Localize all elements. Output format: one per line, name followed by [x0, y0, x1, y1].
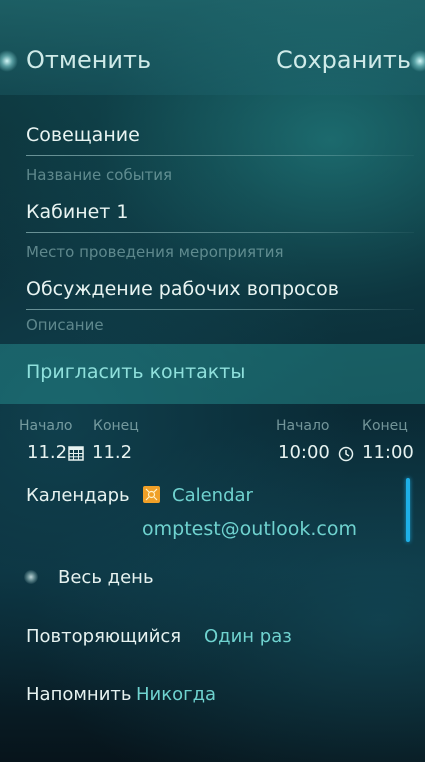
calendar-label: Календарь — [26, 485, 130, 506]
event-description-field[interactable]: Обсуждение рабочих вопросов — [26, 278, 339, 300]
time-end-value[interactable]: 11:00 — [362, 442, 414, 463]
event-title-field[interactable]: Совещание — [26, 124, 140, 146]
event-title-underline — [26, 155, 414, 156]
date-start-value[interactable]: 11.2 — [27, 442, 67, 463]
recurrence-value[interactable]: Один раз — [204, 626, 292, 647]
calendar-account-value[interactable]: omptest@outlook.com — [142, 518, 357, 540]
time-start-label: Начало — [276, 418, 330, 434]
recurrence-label: Повторяющийся — [26, 626, 182, 647]
event-description-underline — [26, 309, 414, 310]
save-glow-indicator — [409, 50, 425, 72]
date-end-label: Конец — [93, 418, 139, 434]
event-location-field[interactable]: Кабинет 1 — [26, 201, 129, 223]
event-location-label: Место проведения мероприятия — [26, 243, 284, 261]
invite-contacts-button[interactable]: Пригласить контакты — [0, 344, 425, 404]
date-start-label: Начало — [19, 418, 73, 434]
event-location-underline — [26, 232, 414, 233]
date-end-value[interactable]: 11.2 — [92, 442, 132, 463]
cancel-button[interactable]: Отменить — [26, 40, 151, 80]
event-description-label: Описание — [26, 316, 104, 334]
calendar-color-icon — [143, 486, 160, 503]
clock-icon — [338, 446, 354, 462]
cancel-glow-indicator — [0, 50, 18, 72]
save-button[interactable]: Сохранить — [276, 40, 411, 80]
all-day-switch[interactable] — [24, 570, 38, 584]
time-end-label: Конец — [362, 418, 408, 434]
reminder-value[interactable]: Никогда — [136, 684, 216, 705]
invite-contacts-label: Пригласить контакты — [26, 361, 246, 383]
time-start-value[interactable]: 10:00 — [278, 442, 330, 463]
reminder-label: Напомнить — [26, 684, 132, 705]
all-day-label[interactable]: Весь день — [58, 567, 154, 588]
header-bar: Отменить Сохранить — [0, 0, 425, 95]
event-title-label: Название события — [26, 166, 173, 184]
scrollbar[interactable] — [406, 478, 410, 542]
event-editor-screen: Отменить Сохранить Совещание Название со… — [0, 0, 425, 762]
calendar-name-value[interactable]: Calendar — [172, 485, 253, 506]
calendar-icon — [68, 446, 84, 461]
